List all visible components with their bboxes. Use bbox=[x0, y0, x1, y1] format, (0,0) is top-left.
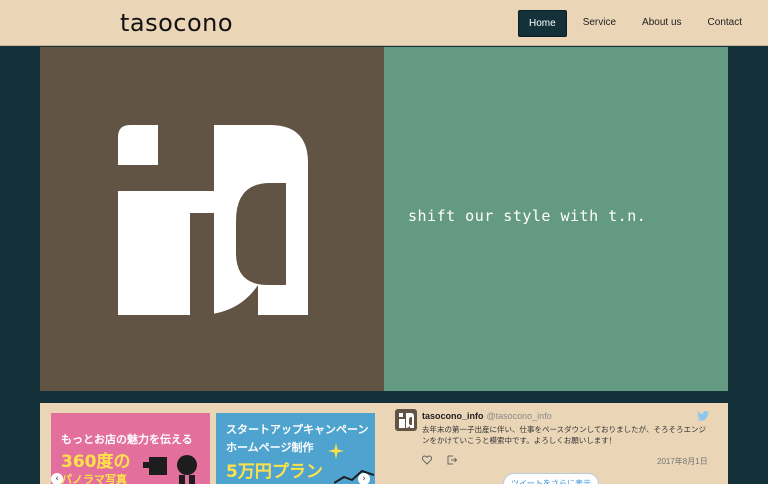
banner-1-line-3: パノラマ写真 bbox=[61, 473, 127, 484]
carousel-prev-icon[interactable]: ‹ bbox=[51, 473, 63, 484]
carousel-next-icon[interactable]: › bbox=[358, 473, 370, 484]
banner-panorama[interactable]: もっとお店の魅力を伝える 360度の パノラマ写真 bbox=[51, 413, 210, 484]
banner-1-line-1: もっとお店の魅力を伝える bbox=[61, 433, 193, 446]
banner-2-line-2: ホームページ制作 bbox=[226, 441, 314, 454]
sparkle-icon bbox=[328, 443, 344, 459]
ta-logo-mark-icon bbox=[118, 125, 308, 315]
hero-logo-panel bbox=[40, 47, 384, 391]
nav-about-us[interactable]: About us bbox=[632, 10, 691, 37]
camera-graphic-icon bbox=[143, 455, 197, 484]
heart-icon[interactable] bbox=[422, 455, 432, 465]
banner-startup-campaign[interactable]: スタートアップキャンペーン ホームページ制作 5万円プラン bbox=[216, 413, 375, 484]
nav-contact[interactable]: Contact bbox=[698, 10, 752, 37]
site-header: tasocono Home Service About us Contact bbox=[0, 0, 768, 46]
tweet-handle: @tasocono_info bbox=[486, 411, 552, 421]
brand-logo-text[interactable]: tasocono bbox=[120, 9, 233, 37]
hero-section: shift our style with t.n. bbox=[40, 47, 728, 391]
ta-avatar-logo-icon bbox=[399, 413, 414, 428]
tweet-text: 去年末の第一子出産に伴い、仕事をペースダウンしておりましたが、そろそろエンジンを… bbox=[422, 425, 707, 445]
view-more-tweets-button[interactable]: ツイートをさらに表示 bbox=[503, 473, 599, 484]
nav-service[interactable]: Service bbox=[573, 10, 626, 37]
hero-tagline-panel: shift our style with t.n. bbox=[384, 47, 728, 391]
banner-2-line-3: 5万円プラン bbox=[226, 462, 323, 482]
hero-tagline: shift our style with t.n. bbox=[408, 207, 647, 225]
tweet-date[interactable]: 2017年8月1日 bbox=[657, 456, 708, 467]
banner-1-line-2: 360度の bbox=[61, 452, 131, 472]
tweet-avatar[interactable] bbox=[395, 409, 417, 431]
main-nav: Home Service About us Contact bbox=[518, 10, 752, 37]
share-icon[interactable] bbox=[447, 455, 457, 465]
tweet-author[interactable]: tasocono_info @tasocono_info bbox=[422, 411, 552, 421]
lower-section: もっとお店の魅力を伝える 360度の パノラマ写真 スタートアップキャンペーン … bbox=[40, 403, 728, 484]
banner-2-line-1: スタートアップキャンペーン bbox=[226, 423, 369, 436]
nav-home[interactable]: Home bbox=[518, 10, 567, 37]
twitter-bird-icon[interactable] bbox=[697, 411, 709, 421]
